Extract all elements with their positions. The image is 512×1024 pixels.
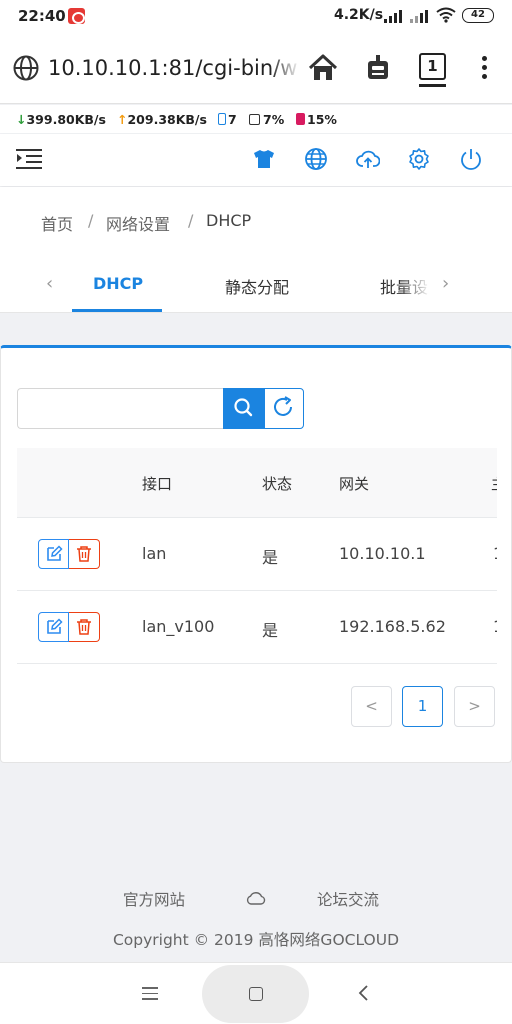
search-button[interactable] <box>223 388 265 429</box>
upload-speed: ↑209.38KB/s <box>117 112 207 127</box>
dhcp-table: 接口 状态 网关 主 lan <box>17 448 497 666</box>
globe-icon[interactable] <box>12 54 40 82</box>
cell-status: 是 <box>262 548 279 567</box>
breadcrumb-home[interactable]: 首页 <box>41 211 73 235</box>
delete-button[interactable] <box>69 612 100 642</box>
table-header: 接口 状态 网关 主 <box>17 448 497 518</box>
phone-count: 7 <box>218 112 237 127</box>
row-actions <box>38 612 100 642</box>
cell-gateway: 192.168.5.62 <box>339 617 446 636</box>
edit-button[interactable] <box>38 612 69 642</box>
row-actions <box>38 539 100 569</box>
tab-switcher-button[interactable]: 1 <box>419 53 446 80</box>
cell-status: 是 <box>262 621 279 640</box>
table-row: lan_v100 是 192.168.5.62 1 <box>17 591 497 664</box>
column-header-interface: 接口 <box>142 475 173 493</box>
cloud-upload-icon[interactable] <box>356 147 380 171</box>
forum-link[interactable]: 论坛交流 <box>317 888 379 910</box>
pagination-next-button[interactable]: > <box>454 686 495 727</box>
menu-toggle-icon[interactable] <box>16 147 42 171</box>
official-site-link[interactable]: 官方网站 <box>123 888 185 910</box>
language-globe-icon[interactable] <box>304 147 328 171</box>
wifi-icon <box>436 7 456 23</box>
breadcrumb: 首页 / 网络设置 / DHCP <box>0 187 512 253</box>
tabs-prev-arrow[interactable]: ‹ <box>46 273 53 294</box>
breadcrumb-separator: / <box>88 211 94 230</box>
copyright-text: Copyright © 2019 高恪网络GOCLOUD <box>112 931 400 949</box>
recent-apps-icon[interactable] <box>142 987 158 1001</box>
network-stats-bar: ↓399.80KB/s ↑209.38KB/s 7 7% 15% <box>0 105 512 133</box>
cell-more: 1 <box>493 617 497 636</box>
edit-icon <box>47 545 63 561</box>
column-header-status: 状态 <box>262 475 293 493</box>
cpu-usage: 7% <box>249 112 284 127</box>
breadcrumb-current: DHCP <box>206 211 252 230</box>
trash-icon <box>77 546 91 562</box>
url-bar[interactable]: 10.10.10.1:81/cgi-bin/web <box>48 56 298 80</box>
battery-stat: 15% <box>296 112 337 127</box>
column-header-more: 主 <box>491 473 497 494</box>
column-header-gateway: 网关 <box>339 475 370 493</box>
app-header <box>0 134 512 186</box>
delete-button[interactable] <box>69 539 100 569</box>
battery-icon: 42 <box>462 8 494 23</box>
home-icon[interactable] <box>307 52 339 84</box>
table-row: lan 是 10.10.10.1 1 <box>17 518 497 591</box>
tab-static-assignment[interactable]: 静态分配 <box>225 274 289 298</box>
power-icon[interactable] <box>459 147 483 171</box>
system-nav-bar <box>0 962 512 1024</box>
refresh-button[interactable] <box>264 388 304 429</box>
clock: 22:40 <box>18 7 66 25</box>
breadcrumb-separator: / <box>188 211 194 230</box>
cell-interface: lan <box>142 544 167 563</box>
tabs-next-arrow[interactable]: › <box>442 273 449 294</box>
theme-shirt-icon[interactable] <box>252 147 276 171</box>
search-icon <box>234 398 253 417</box>
pagination-page-1[interactable]: 1 <box>402 686 443 727</box>
edit-button[interactable] <box>38 539 69 569</box>
refresh-icon <box>274 396 292 416</box>
footer-links: 官方网站 论坛交流 <box>0 888 512 912</box>
notification-app-icon <box>68 8 85 24</box>
breadcrumb-network-settings[interactable]: 网络设置 <box>106 211 170 235</box>
cell-more: 1 <box>493 544 497 563</box>
more-menu-icon[interactable] <box>482 56 488 82</box>
pagination-prev-button[interactable]: < <box>351 686 392 727</box>
signal-icon <box>410 9 430 23</box>
browser-toolbar: 10.10.10.1:81/cgi-bin/web 1 <box>0 32 512 104</box>
signal-icon <box>384 9 404 23</box>
robot-icon[interactable] <box>362 52 394 84</box>
download-speed: ↓399.80KB/s <box>16 112 106 127</box>
cloud-icon <box>246 892 266 905</box>
search-input[interactable] <box>17 388 223 429</box>
cell-interface: lan_v100 <box>142 617 215 636</box>
edit-icon <box>47 618 63 634</box>
cell-gateway: 10.10.10.1 <box>339 544 426 563</box>
active-tab-indicator <box>72 309 162 312</box>
dhcp-card: 接口 状态 网关 主 lan <box>0 345 512 763</box>
back-icon[interactable] <box>356 983 372 1003</box>
network-speed: 4.2K/s <box>334 7 384 23</box>
home-button-icon[interactable] <box>249 987 263 1001</box>
tab-bar: ‹ DHCP 静态分配 批量设 › <box>0 253 512 313</box>
trash-icon <box>77 619 91 635</box>
tab-dhcp[interactable]: DHCP <box>93 274 143 293</box>
settings-gear-icon[interactable] <box>407 147 431 171</box>
status-bar: 22:40 4.2K/s 42 <box>0 0 512 32</box>
